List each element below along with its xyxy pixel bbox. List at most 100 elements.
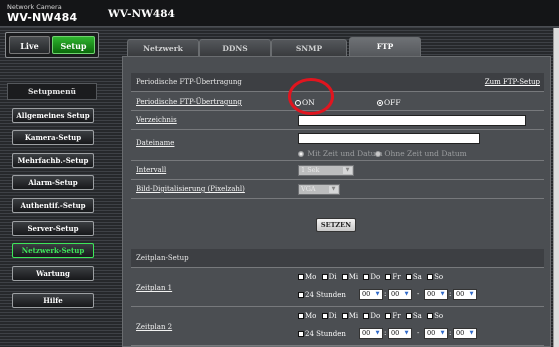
schedule-1-end-minute[interactable]: 00 ▼ <box>453 289 477 300</box>
schedule-2-start-minute[interactable]: 00 ▼ <box>388 328 412 339</box>
day-label: Fr <box>392 312 401 320</box>
setup-button[interactable]: Setup <box>52 36 95 54</box>
end-minute-value: 00 <box>456 329 465 337</box>
day-checkbox-fr[interactable] <box>385 274 392 280</box>
schedule-section-title: Zeitplan-Setup <box>136 254 189 262</box>
day-checkbox-mi[interactable] <box>341 274 348 280</box>
filename-input[interactable] <box>298 133 480 144</box>
schedule-1-start-hour[interactable]: 00 ▼ <box>359 289 383 300</box>
start-minute-value: 00 <box>391 290 400 298</box>
day-label: Do <box>370 273 381 281</box>
ftp-settings-panel: Periodische FTP-Übertragung Zum FTP-Setu… <box>122 56 551 347</box>
end-hour-value: 00 <box>427 329 436 337</box>
tab-snmp[interactable]: SNMP <box>271 39 347 56</box>
day-label: Mi <box>348 273 359 281</box>
schedule-2-end-minute[interactable]: 00 ▼ <box>453 328 477 339</box>
schedule-row-2: Zeitplan 2 Mo Di Mi Do Fr Sa So 24 Stund… <box>131 307 544 346</box>
day-checkbox-di[interactable] <box>321 313 328 319</box>
without-datetime-label: Ohne Zeit und Datum <box>384 149 467 158</box>
with-datetime-label: Mit Zeit und Datum <box>307 149 383 158</box>
day-label: Mi <box>348 312 359 320</box>
sidebar-item-help[interactable]: Hilfe <box>12 293 94 308</box>
schedule-1-label: Zeitplan 1 <box>136 284 173 292</box>
day-label: So <box>434 273 444 281</box>
day-label: Di <box>328 312 337 320</box>
top-bar: Network Camera WV-NW484 WV-NW484 <box>0 0 559 27</box>
chevron-down-icon: ▼ <box>440 291 445 297</box>
day-checkbox-mi[interactable] <box>341 313 348 319</box>
resolution-select[interactable]: VGA ▼ <box>298 184 340 195</box>
chevron-down-icon: ▼ <box>469 291 474 297</box>
sidebar-item-network-setup[interactable]: Netzwerk-Setup <box>12 243 94 258</box>
day-label: Sa <box>412 273 422 281</box>
chevron-down-icon: ▼ <box>469 330 474 336</box>
periodic-ftp-label: Periodische FTP-Übertragung <box>136 98 242 106</box>
chevron-down-icon: ▼ <box>404 291 409 297</box>
chevron-down-icon: ▼ <box>440 330 445 336</box>
schedule-1-start-minute[interactable]: 00 ▼ <box>388 289 412 300</box>
setzen-button[interactable]: SETZEN <box>316 218 356 232</box>
resolution-label: Bild-Digitalisierung (Pixelzahl) <box>136 185 245 193</box>
interval-select[interactable]: 1 Sek ▼ <box>298 165 354 176</box>
tab-ddns[interactable]: DDNS <box>199 39 271 56</box>
brand-label: Network Camera <box>7 3 62 11</box>
chevron-down-icon: ▼ <box>375 330 380 336</box>
tab-network[interactable]: Netzwerk <box>127 39 199 56</box>
day-checkbox-sa[interactable] <box>405 313 412 319</box>
day-label: Mo <box>305 312 317 320</box>
interval-value: 1 Sek <box>301 166 320 174</box>
page-scrollbar[interactable] <box>553 28 559 347</box>
sidebar-item-multiscreen-setup[interactable]: Mehrfachb.-Setup <box>12 153 94 168</box>
schedule-2-24h: 24 Stunden <box>298 330 346 338</box>
radio-dot-icon <box>375 151 381 157</box>
schedule-1-end-hour[interactable]: 00 ▼ <box>424 289 448 300</box>
annotation-circle <box>288 78 334 115</box>
resolution-row: Bild-Digitalisierung (Pixelzahl) VGA ▼ <box>131 180 544 199</box>
schedule-1-24h: 24 Stunden <box>298 291 346 299</box>
day-checkbox-mo[interactable] <box>298 313 304 319</box>
brand-model: WV-NW484 <box>7 11 78 24</box>
hours24-checkbox[interactable] <box>298 292 304 298</box>
schedule-2-start-hour[interactable]: 00 ▼ <box>359 328 383 339</box>
sidebar-item-auth-setup[interactable]: Authentif.-Setup <box>12 198 94 213</box>
filename-with-datetime-radio[interactable]: Mit Zeit und Datum <box>298 149 383 158</box>
day-label: Di <box>328 273 337 281</box>
filename-label: Dateiname <box>136 139 175 147</box>
time-separator: : <box>449 329 452 337</box>
sidebar-item-alarm-setup[interactable]: Alarm-Setup <box>12 175 94 190</box>
schedule-2-end-hour[interactable]: 00 ▼ <box>424 328 448 339</box>
hours24-checkbox[interactable] <box>298 331 304 337</box>
day-checkbox-mo[interactable] <box>298 274 304 280</box>
day-checkbox-so[interactable] <box>427 274 434 280</box>
chevron-down-icon: ▼ <box>329 186 338 193</box>
schedule-2-days: Mo Di Mi Do Fr Sa So <box>298 312 443 320</box>
range-separator: - <box>417 290 420 298</box>
directory-row: Verzeichnis <box>131 111 544 130</box>
tab-ftp[interactable]: FTP <box>349 37 421 56</box>
day-label: Sa <box>412 312 422 320</box>
periodic-off-radio[interactable]: OFF <box>377 98 401 107</box>
live-button[interactable]: Live <box>9 36 50 54</box>
sidebar-item-general-setup[interactable]: Allgemeines Setup <box>12 108 94 123</box>
schedule-1-days: Mo Di Mi Do Fr Sa So <box>298 273 443 281</box>
day-checkbox-do[interactable] <box>363 274 370 280</box>
radio-selected-icon <box>298 151 304 157</box>
day-checkbox-so[interactable] <box>427 313 434 319</box>
day-checkbox-sa[interactable] <box>405 274 412 280</box>
sidebar-item-camera-setup[interactable]: Kamera-Setup <box>12 130 94 145</box>
directory-input[interactable] <box>298 115 526 126</box>
sidebar-item-maintenance[interactable]: Wartung <box>12 266 94 281</box>
end-hour-value: 00 <box>427 290 436 298</box>
day-label: Do <box>370 312 381 320</box>
day-label: Mo <box>305 273 317 281</box>
ftp-section-header: Periodische FTP-Übertragung Zum FTP-Setu… <box>131 73 544 92</box>
ftp-section-title: Periodische FTP-Übertragung <box>136 78 242 86</box>
sidebar-item-server-setup[interactable]: Server-Setup <box>12 221 94 236</box>
ftp-setup-link[interactable]: Zum FTP-Setup <box>485 78 540 86</box>
day-checkbox-do[interactable] <box>363 313 370 319</box>
filename-without-datetime-radio[interactable]: Ohne Zeit und Datum <box>375 149 467 158</box>
day-checkbox-fr[interactable] <box>385 313 392 319</box>
chevron-down-icon: ▼ <box>343 167 352 174</box>
day-checkbox-di[interactable] <box>321 274 328 280</box>
mode-switch: Live Setup <box>5 32 99 58</box>
